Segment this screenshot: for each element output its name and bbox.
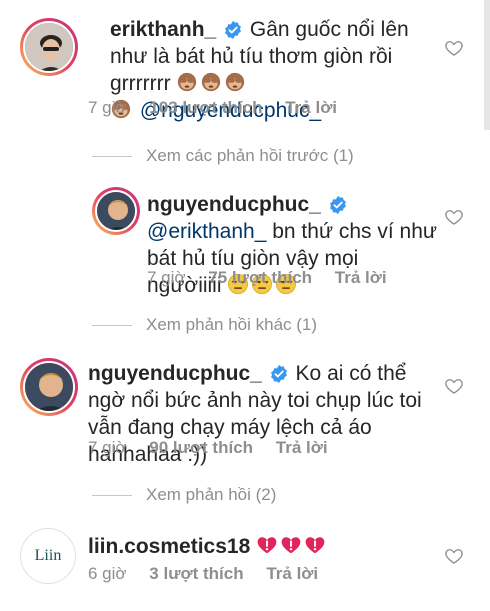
reply-button[interactable]: Trả lời: [285, 98, 337, 117]
view-other-replies-link[interactable]: Xem phản hồi khác (1): [92, 315, 317, 335]
scrollbar[interactable]: [484, 0, 490, 130]
verified-icon: [224, 21, 242, 39]
thread-divider: [92, 155, 132, 157]
thread-label: Xem các phản hồi trước (1): [146, 146, 354, 165]
reply-button[interactable]: Trả lời: [276, 438, 328, 457]
mention-link[interactable]: @erikthanh_: [147, 220, 266, 243]
thread-divider: [92, 324, 132, 326]
timestamp: 7 giờ: [88, 98, 127, 117]
verified-icon: [270, 365, 288, 383]
comment-meta: 7 giờ 75 lượt thích Trả lời: [147, 268, 405, 288]
like-heart-icon[interactable]: [444, 376, 464, 396]
likes-count[interactable]: 103 lượt thích: [149, 98, 262, 117]
comment-meta: 6 giờ 3 lượt thích Trả lời: [88, 564, 336, 584]
comment-meta: 7 giờ 90 lượt thích Trả lời: [88, 438, 346, 458]
see-no-evil-monkey-emoji: [176, 71, 198, 93]
likes-count[interactable]: 3 lượt thích: [149, 564, 243, 583]
reply-button[interactable]: Trả lời: [335, 268, 387, 287]
avatar-logo-text: Liin: [34, 547, 62, 564]
thread-divider: [92, 494, 132, 496]
likes-count[interactable]: 90 lượt thích: [149, 438, 253, 457]
username[interactable]: nguyenducphuc_: [88, 362, 262, 385]
view-replies-link[interactable]: Xem phản hồi (2): [92, 485, 276, 505]
reply-button[interactable]: Trả lời: [266, 564, 318, 583]
like-heart-icon[interactable]: [444, 207, 464, 227]
comment-body: liin.cosmetics18: [88, 533, 428, 560]
thread-label: Xem phản hồi (2): [146, 485, 277, 504]
username[interactable]: liin.cosmetics18: [88, 535, 250, 558]
timestamp: 7 giờ: [88, 438, 127, 457]
see-no-evil-monkey-emoji: [200, 71, 222, 93]
see-no-evil-monkey-emoji: [224, 71, 246, 93]
thread-label: Xem phản hồi khác (1): [146, 315, 318, 334]
heart-exclamation-emoji: [256, 534, 278, 556]
timestamp: 6 giờ: [88, 564, 127, 583]
likes-count[interactable]: 75 lượt thích: [208, 268, 312, 287]
heart-exclamation-emoji: [304, 534, 326, 556]
avatar[interactable]: [92, 187, 140, 235]
like-heart-icon[interactable]: [444, 38, 464, 58]
heart-exclamation-emoji: [280, 534, 302, 556]
view-previous-replies-link[interactable]: Xem các phản hồi trước (1): [92, 146, 354, 166]
comment-meta: 7 giờ 103 lượt thích Trả lời: [88, 98, 355, 118]
avatar[interactable]: [20, 18, 78, 76]
avatar[interactable]: [20, 358, 78, 416]
verified-icon: [329, 196, 347, 214]
username[interactable]: erikthanh_: [110, 18, 216, 41]
avatar[interactable]: Liin: [20, 528, 76, 584]
like-heart-icon[interactable]: [444, 546, 464, 566]
username[interactable]: nguyenducphuc_: [147, 193, 321, 216]
timestamp: 7 giờ: [147, 268, 186, 287]
